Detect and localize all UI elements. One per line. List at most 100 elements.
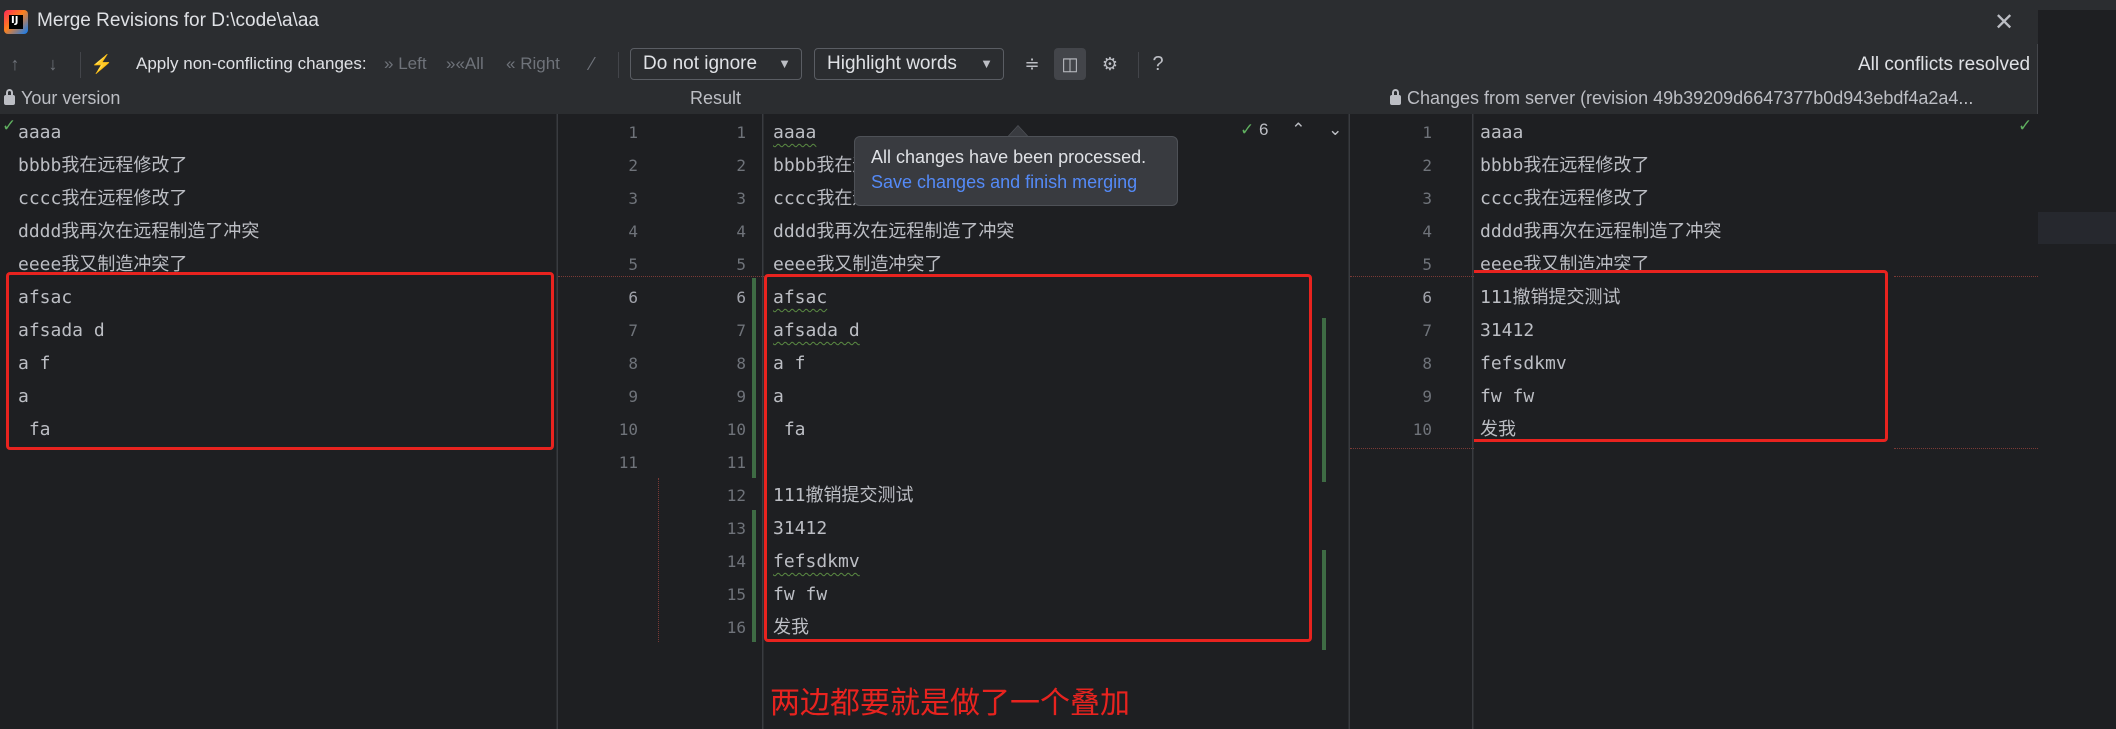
line-number: 15 (726, 585, 746, 604)
double-chevron-both-icon: »« (446, 54, 465, 73)
save-and-finish-link[interactable]: Save changes and finish merging (871, 172, 1161, 193)
server-version-editor[interactable]: ✓ aaaa bbbb我在远程修改了 cccc我在远程修改了 dddd我再次在远… (1474, 114, 2038, 729)
checkmark-icon: ✓ (2, 116, 17, 136)
annotation-box-left (6, 272, 554, 450)
double-chevron-left-icon: « (506, 54, 516, 73)
line-number: 4 (1422, 222, 1432, 241)
annotation-box-result (764, 274, 1312, 642)
line-number: 10 (618, 420, 638, 439)
conflict-connector (658, 478, 659, 642)
line-number: 4 (736, 222, 746, 241)
toolbar-separator (1138, 52, 1139, 78)
line-number: 2 (736, 156, 746, 175)
line-number: 11 (726, 453, 746, 472)
code-line: cccc我在远程修改了 (1480, 188, 1650, 209)
change-count: 6 (1258, 120, 1269, 139)
line-number: 9 (628, 387, 638, 406)
apply-all-button[interactable]: »«All (446, 54, 484, 74)
line-number: 8 (736, 354, 746, 373)
toolbar-separator (80, 52, 81, 78)
line-number: 8 (628, 354, 638, 373)
merge-dialog: IJ Merge Revisions for D:\code\a\aa ✕ ↑ … (0, 0, 2038, 729)
line-number: 6 (1422, 288, 1432, 307)
line-number: 7 (736, 321, 746, 340)
result-right-gutter: 1 2 3 4 5 6 7 8 9 10 (1349, 114, 1474, 729)
close-icon[interactable]: ✕ (1990, 8, 2018, 36)
line-number: 7 (628, 321, 638, 340)
dropdown-arrow-icon: ▼ (778, 56, 791, 71)
line-number: 3 (736, 189, 746, 208)
conflict-navigator: ✓ 6 ⌃ ⌄ (1240, 120, 1342, 140)
apply-left-button[interactable]: » Left (384, 54, 427, 74)
checkmark-icon: ✓ (2018, 116, 2033, 136)
collapse-unchanged-icon[interactable]: ≑ (1020, 52, 1044, 76)
line-number: 6 (736, 288, 746, 307)
conflicts-status: All conflicts resolved (1858, 54, 2031, 75)
line-number: 2 (1422, 156, 1432, 175)
code-line: cccc我在远程修改了 (18, 188, 188, 209)
code-line: dddd我再次在远程制造了冲突 (773, 221, 1015, 242)
change-marker (752, 278, 756, 478)
dropdown-arrow-icon: ▼ (980, 56, 993, 71)
conflict-divider (1894, 448, 2038, 449)
code-line: aaaa (773, 122, 817, 143)
ignore-whitespace-combo[interactable]: Do not ignore ▼ (630, 48, 802, 80)
line-number: 1 (628, 123, 638, 142)
line-number: 16 (726, 618, 746, 637)
toolbar-separator (618, 52, 619, 78)
line-number: 10 (726, 420, 746, 439)
prev-difference-icon[interactable]: ↑ (4, 52, 26, 76)
background-ide-bar (2038, 0, 2116, 10)
conflict-divider (558, 276, 764, 277)
line-number: 4 (628, 222, 638, 241)
line-number: 14 (726, 552, 746, 571)
next-difference-icon[interactable]: ↓ (42, 52, 64, 76)
line-number: 11 (618, 453, 638, 472)
code-line: bbbb我在远程修改了 (1480, 155, 1650, 176)
checkmark-icon: ✓ (1240, 120, 1255, 139)
code-line: aaaa (18, 122, 62, 143)
line-number: 6 (628, 288, 638, 307)
code-line: bbbb我在远程修改了 (18, 155, 188, 176)
settings-gear-icon[interactable]: ⚙ (1098, 52, 1122, 76)
magic-resolve-icon[interactable]: ⚡ (88, 52, 116, 76)
title-bar: IJ Merge Revisions for D:\code\a\aa ✕ (0, 0, 2038, 44)
change-marker (752, 510, 756, 642)
line-number: 2 (628, 156, 638, 175)
line-number: 1 (1422, 123, 1432, 142)
highlight-mode-combo[interactable]: Highlight words ▼ (814, 48, 1004, 80)
window-title: Merge Revisions for D:\code\a\aa (37, 10, 319, 31)
left-result-gutter: 1 2 3 4 5 6 7 8 9 10 11 1 2 3 4 5 6 7 8 … (557, 114, 764, 729)
line-number: 9 (736, 387, 746, 406)
conflict-divider (1894, 276, 2038, 277)
lock-icon (4, 89, 15, 105)
lock-icon (1390, 89, 1401, 105)
line-number: 12 (726, 486, 746, 505)
apply-non-conflicting-label: Apply non-conflicting changes: (136, 54, 367, 73)
result-editor[interactable]: aaaa bbbb我在远程修改了 cccc我在远程修改了 dddd我再次在远程制… (764, 114, 1348, 729)
code-line: dddd我再次在远程制造了冲突 (18, 221, 260, 242)
intellij-logo-icon: IJ (4, 10, 28, 34)
pane-headers: Your version Result Changes from server … (0, 84, 2038, 114)
background-ide-highlight (2038, 212, 2116, 244)
apply-right-button[interactable]: « Right (506, 54, 560, 74)
double-chevron-right-icon: » (384, 54, 394, 73)
chevron-down-icon[interactable]: ⌄ (1328, 120, 1342, 139)
result-pane-header: Result (690, 88, 742, 108)
magic-wand-icon[interactable]: ⁄ (580, 52, 604, 76)
your-version-editor[interactable]: ✓ aaaa bbbb我在远程修改了 cccc我在远程修改了 dddd我再次在远… (0, 114, 556, 729)
background-ide-editor (2038, 0, 2116, 729)
left-pane-header: Your version (4, 88, 120, 109)
conflict-divider (1350, 448, 1474, 449)
code-line: aaaa (1480, 122, 1524, 143)
toolbar: ↑ ↓ ⚡ Apply non-conflicting changes: » L… (0, 44, 2038, 84)
merge-complete-popup: All changes have been processed. Save ch… (854, 136, 1178, 206)
line-number: 9 (1422, 387, 1432, 406)
chevron-up-icon[interactable]: ⌃ (1291, 120, 1305, 139)
annotation-box-right (1474, 270, 1888, 442)
line-number: 3 (1422, 189, 1432, 208)
line-number: 1 (736, 123, 746, 142)
popup-message: All changes have been processed. (871, 147, 1147, 167)
line-number: 7 (1422, 321, 1432, 340)
help-icon[interactable]: ? (1146, 52, 1170, 76)
